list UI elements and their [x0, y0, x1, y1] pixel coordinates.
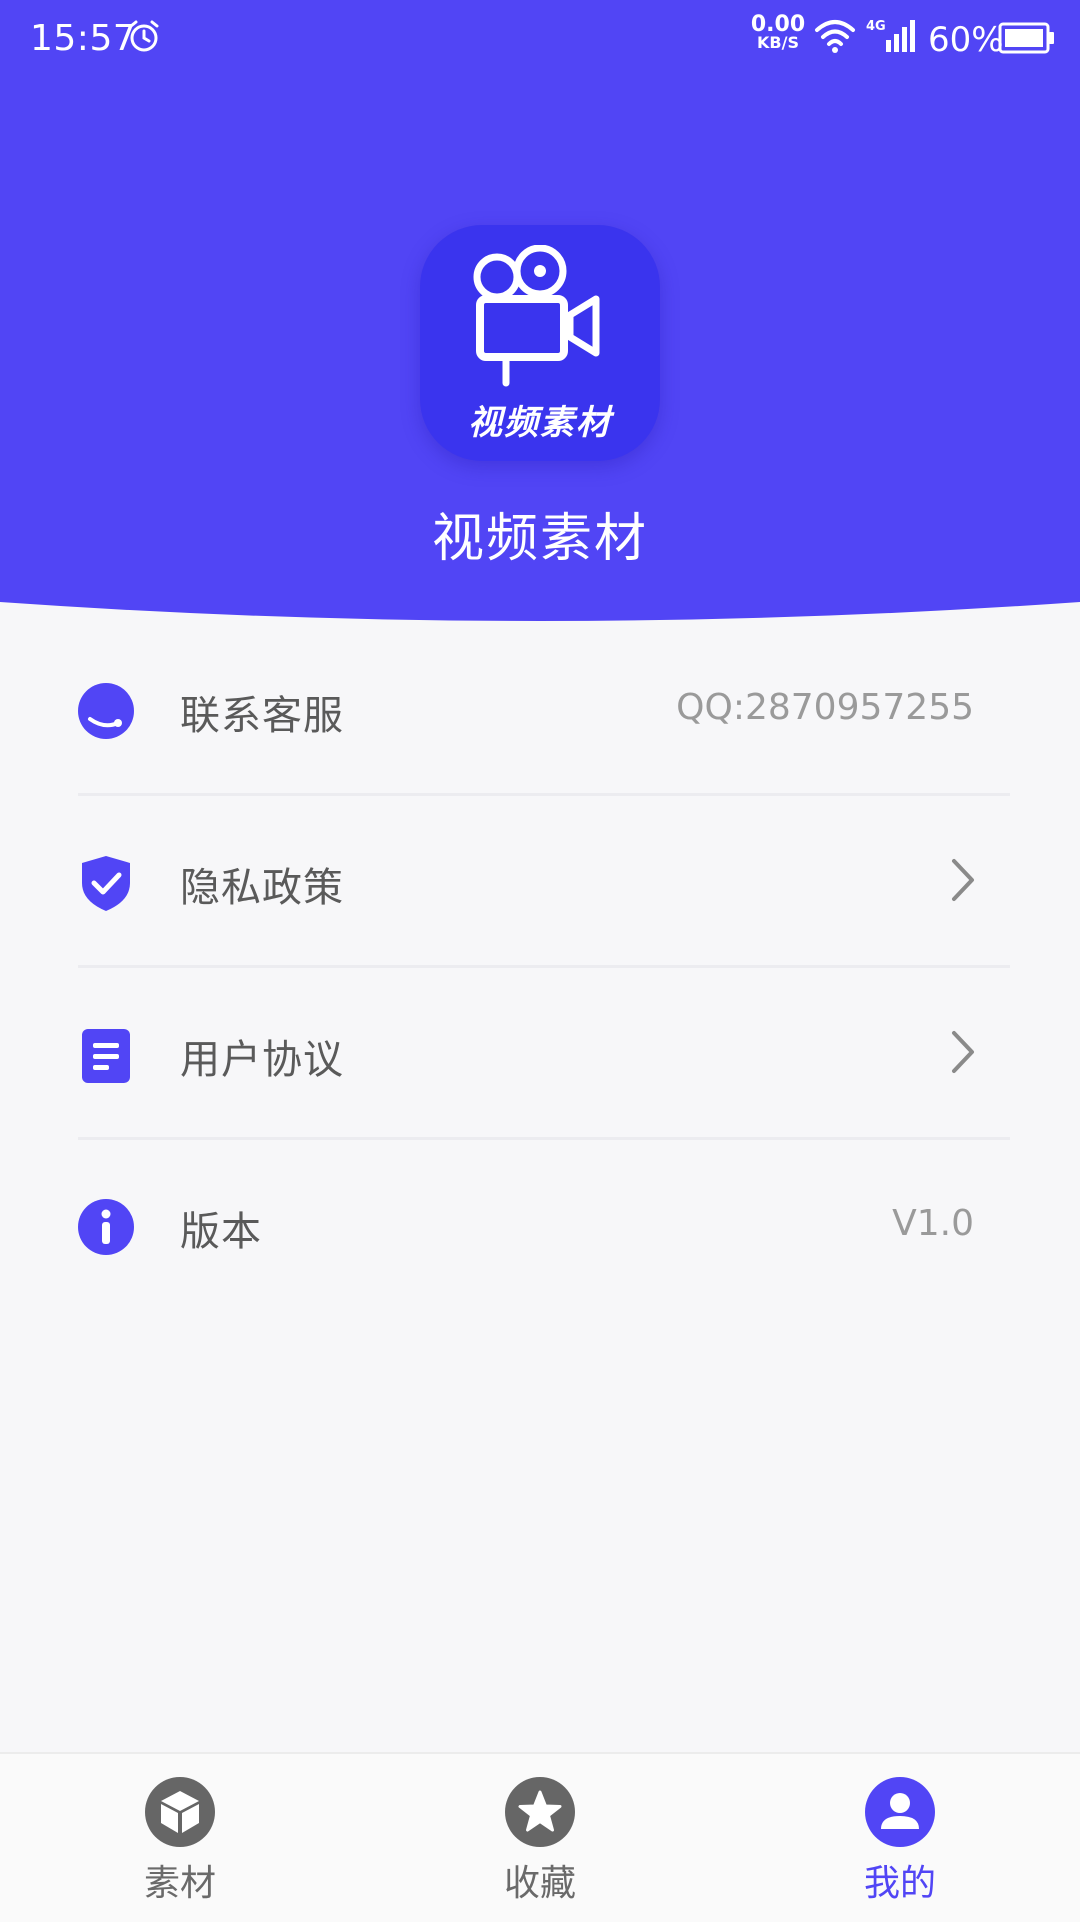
profile-header: 15:57 0.00 KB/S 4G 60% 视频素材 视频素材: [0, 0, 1080, 625]
bottom-tab-bar: 素材 收藏 我的: [0, 1752, 1080, 1922]
alarm-icon: [129, 20, 159, 52]
user-icon: [865, 1777, 935, 1847]
info-icon: [78, 1199, 134, 1255]
logo-text: 视频素材: [468, 403, 612, 443]
divider: [78, 1137, 1010, 1140]
menu-label: 用户协议: [180, 1037, 344, 1083]
menu-label: 版本: [180, 1209, 262, 1255]
tab-label: 我的: [863, 1863, 936, 1904]
battery-icon: [998, 22, 1054, 54]
version-value: V1.0: [892, 1203, 974, 1244]
menu-label: 隐私政策: [180, 865, 344, 911]
app-name: 视频素材: [431, 509, 648, 569]
wifi-icon: [815, 20, 855, 53]
menu-item-user-agreement[interactable]: 用户协议: [0, 969, 1080, 1141]
menu-label: 联系客服: [180, 693, 344, 739]
network-type-label: 4G: [866, 19, 886, 34]
status-time: 15:57: [30, 18, 137, 59]
network-speed: 0.00 KB/S: [750, 12, 806, 52]
chevron-right-icon: [952, 1031, 974, 1073]
tab-mine[interactable]: 我的: [720, 1754, 1080, 1922]
tab-label: 收藏: [503, 1863, 576, 1904]
star-icon: [505, 1777, 575, 1847]
menu-item-version[interactable]: 版本 V1.0: [0, 1141, 1080, 1313]
menu-item-privacy-policy[interactable]: 隐私政策: [0, 797, 1080, 969]
document-icon: [82, 1029, 130, 1083]
status-bar: 15:57 0.00 KB/S 4G 60%: [0, 0, 1080, 80]
tab-label: 素材: [143, 1863, 216, 1904]
battery-percent: 60%: [928, 20, 1004, 60]
divider: [78, 965, 1010, 968]
tab-favorites[interactable]: 收藏: [360, 1754, 720, 1922]
tab-materials[interactable]: 素材: [0, 1754, 360, 1922]
chevron-right-icon: [952, 859, 974, 901]
shield-check-icon: [82, 856, 130, 911]
cube-icon: [145, 1777, 215, 1847]
contact-qq-value: QQ:2870957255: [676, 687, 974, 728]
app-logo: 视频素材: [420, 225, 660, 461]
headset-icon: [78, 683, 134, 739]
video-camera-icon: [473, 245, 600, 387]
menu-item-contact-support[interactable]: 联系客服 QQ:2870957255: [0, 625, 1080, 797]
cell-signal-icon: 4G: [866, 19, 915, 52]
divider: [78, 793, 1010, 796]
